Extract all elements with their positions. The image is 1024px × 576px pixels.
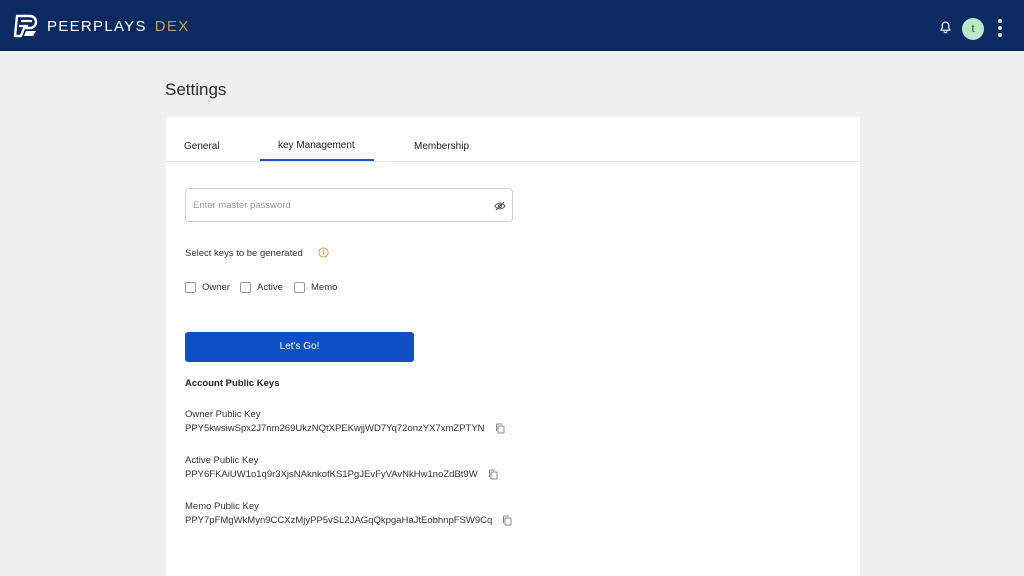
more-vertical-icon[interactable] — [994, 17, 1006, 39]
memo-public-key-row: PPY7pFMgWkMyn9CCXzMjyPP5vSL2JAGqQkpgaHaJ… — [185, 515, 512, 526]
peerplays-logo-icon — [13, 14, 38, 38]
select-keys-label: Select keys to be generated — [185, 248, 303, 259]
checkbox-box[interactable] — [294, 282, 305, 293]
memo-public-key-value: PPY7pFMgWkMyn9CCXzMjyPP5vSL2JAGqQkpgaHaJ… — [185, 515, 493, 526]
active-tab-indicator — [260, 159, 374, 161]
copy-icon[interactable] — [488, 469, 498, 480]
tab-general[interactable]: General — [184, 141, 220, 152]
tab-membership[interactable]: Membership — [414, 141, 469, 152]
memo-public-key-label: Memo Public Key — [185, 501, 259, 512]
master-password-input[interactable] — [193, 189, 483, 221]
master-password-field[interactable] — [185, 188, 513, 222]
lets-go-button[interactable]: Let's Go! — [185, 332, 414, 362]
brand-name: PEERPLAYS — [47, 17, 147, 35]
owner-public-key-row: PPY5kwsiwSpx2J7nm269UkzNQtXPEKwjjWD7Yq72… — [185, 423, 505, 434]
settings-card: General key Management Membership Select… — [166, 117, 860, 576]
checkbox-label: Active — [257, 282, 283, 293]
checkbox-box[interactable] — [240, 282, 251, 293]
avatar[interactable]: t — [962, 18, 984, 40]
checkbox-box[interactable] — [185, 282, 196, 293]
brand-suffix: DEX — [154, 17, 190, 35]
eye-off-icon[interactable] — [494, 200, 506, 212]
copy-icon[interactable] — [495, 423, 505, 434]
owner-checkbox[interactable]: Owner — [185, 282, 230, 293]
active-public-key-label: Active Public Key — [185, 455, 259, 466]
account-public-keys-title: Account Public Keys — [185, 378, 280, 389]
page-title: Settings — [165, 80, 227, 99]
tab-bar: General key Management Membership — [166, 117, 860, 162]
checkbox-label: Owner — [202, 282, 230, 293]
owner-public-key-value: PPY5kwsiwSpx2J7nm269UkzNQtXPEKwjjWD7Yq72… — [185, 423, 485, 434]
checkbox-label: Memo — [311, 282, 338, 293]
top-navigation-bar: PEERPLAYS DEX t — [0, 0, 1024, 51]
info-icon[interactable] — [318, 247, 329, 258]
bell-icon[interactable] — [939, 21, 952, 34]
logo[interactable]: PEERPLAYS DEX — [12, 14, 190, 38]
active-checkbox[interactable]: Active — [240, 282, 283, 293]
tab-key-management[interactable]: key Management — [278, 140, 355, 151]
copy-icon[interactable] — [502, 515, 512, 526]
owner-public-key-label: Owner Public Key — [185, 409, 261, 420]
active-public-key-row: PPY6FKAiUW1o1q9r3XjsNAknkofKS1PgJEvFyVAv… — [185, 469, 498, 480]
memo-checkbox[interactable]: Memo — [294, 282, 337, 293]
active-public-key-value: PPY6FKAiUW1o1q9r3XjsNAknkofKS1PgJEvFyVAv… — [185, 469, 478, 480]
